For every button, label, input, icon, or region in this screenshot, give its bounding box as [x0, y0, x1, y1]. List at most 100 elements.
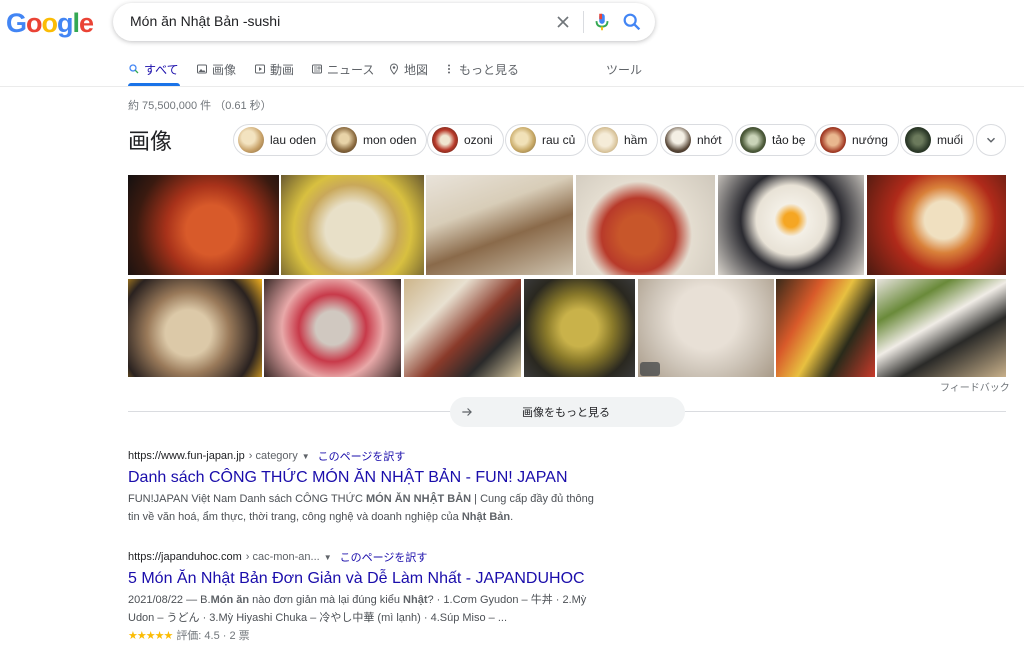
header-divider: [0, 86, 1024, 87]
chip-label: tảo bẹ: [772, 133, 806, 147]
chip-thumbnail: [820, 127, 846, 153]
result-title-link[interactable]: Danh sách CÔNG THỨC MÓN ĂN NHẬT BẢN - FU…: [128, 469, 608, 487]
chevron-down-icon[interactable]: ▼: [302, 452, 310, 461]
video-icon: [255, 64, 265, 74]
chip-thumbnail: [238, 127, 264, 153]
chevron-down-icon[interactable]: ▼: [324, 553, 332, 562]
chip-mon-oden[interactable]: mon oden: [326, 124, 428, 156]
image-result[interactable]: [524, 279, 635, 377]
more-images-label: 画像をもっと見る: [522, 407, 610, 419]
chip-label: rau củ: [542, 133, 576, 147]
chip-nuong[interactable]: nướng: [815, 124, 899, 156]
snippet-emphasis: Nhật Bản: [461, 511, 511, 523]
result-url[interactable]: https://www.fun-japan.jp › category ▼ この…: [128, 448, 608, 464]
map-pin-icon: [389, 63, 399, 75]
image-result[interactable]: [281, 175, 424, 275]
tag-icon[interactable]: [640, 362, 660, 376]
image-result[interactable]: [404, 279, 521, 377]
tab-maps[interactable]: 地図: [388, 61, 428, 77]
search-result: https://japanduhoc.com › cac-mon-an... ▼…: [128, 549, 608, 643]
chip-label: muối: [937, 133, 964, 147]
tab-more[interactable]: もっと見る: [443, 61, 519, 77]
snippet-emphasis: Nhật: [403, 594, 428, 606]
chip-label: nhớt: [697, 133, 722, 147]
tab-label: 動画: [270, 62, 295, 77]
chip-nhot[interactable]: nhớt: [660, 124, 733, 156]
image-result[interactable]: [718, 175, 864, 275]
image-result[interactable]: [264, 279, 401, 377]
chip-thumbnail: [331, 127, 357, 153]
tab-label: ツール: [606, 62, 643, 77]
snippet-emphasis: MÓN ĂN NHẬT BẢN: [366, 493, 472, 505]
chip-rau-cu[interactable]: rau củ: [505, 124, 587, 156]
search-input[interactable]: Món ăn Nhật Bản -sushi: [130, 13, 280, 29]
chip-thumbnail: [592, 127, 618, 153]
result-snippet: FUN!JAPAN Việt Nam Danh sách CÔNG THỨC M…: [128, 490, 608, 526]
chip-thumbnail: [432, 127, 458, 153]
image-result[interactable]: [576, 175, 715, 275]
logo-letter: G: [6, 8, 27, 38]
google-logo[interactable]: Google: [6, 8, 94, 39]
microphone-icon[interactable]: [591, 11, 613, 33]
search-result: https://www.fun-japan.jp › category ▼ この…: [128, 448, 608, 526]
image-result[interactable]: [867, 175, 1006, 275]
feedback-link[interactable]: フィードバック: [940, 379, 1010, 394]
result-rating: ★★★★★ 評価: 4.5 · 2 票: [128, 627, 608, 643]
search-box[interactable]: Món ăn Nhật Bản -sushi: [113, 3, 655, 41]
kebab-icon: [448, 64, 450, 74]
chip-ham[interactable]: hầm: [587, 124, 659, 156]
image-result[interactable]: [877, 279, 1006, 377]
news-icon: [312, 64, 322, 74]
tab-label: 地図: [404, 62, 429, 77]
images-heading[interactable]: 画像: [128, 124, 172, 156]
chip-label: mon oden: [363, 133, 417, 147]
chip-muoi[interactable]: muối: [900, 124, 975, 156]
result-domain: https://www.fun-japan.jp: [128, 450, 245, 462]
chip-thumbnail: [665, 127, 691, 153]
result-title-link[interactable]: 5 Món Ăn Nhật Bản Đơn Giản và Dễ Làm Nhấ…: [128, 570, 608, 588]
logo-letter: o: [41, 8, 58, 38]
tab-images[interactable]: 画像: [196, 61, 236, 77]
snippet-emphasis: Món ăn: [210, 594, 250, 606]
star-rating: ★★★★★: [128, 629, 173, 642]
image-result[interactable]: [776, 279, 875, 377]
snippet-text: .: [510, 511, 514, 523]
chip-ozoni[interactable]: ozoni: [427, 124, 504, 156]
tab-label: 画像: [212, 62, 237, 77]
translate-link[interactable]: このページを訳す: [318, 448, 406, 464]
chip-label: nướng: [852, 133, 888, 147]
chip-label: ozoni: [464, 133, 493, 147]
tab-label: ニュース: [327, 62, 375, 77]
tab-all[interactable]: すべて: [128, 61, 179, 77]
result-domain: https://japanduhoc.com: [128, 551, 242, 563]
result-breadcrumb: › category: [248, 450, 298, 462]
result-snippet: 2021/08/22 — B.Món ăn nào đơn giản mà lạ…: [128, 591, 608, 627]
snippet-text: FUN!JAPAN Việt Nam Danh sách CÔNG THỨC: [128, 493, 367, 505]
snippet-text: 2021/08/22 — B.: [128, 594, 211, 606]
tab-videos[interactable]: 動画: [254, 61, 294, 77]
image-result[interactable]: [128, 175, 279, 275]
result-stats: 約 75,500,000 件 （0.61 秒）: [128, 100, 272, 112]
chips-more-button[interactable]: [976, 124, 1006, 156]
tab-tools[interactable]: ツール: [606, 61, 642, 77]
chip-thumbnail: [905, 127, 931, 153]
more-images-button[interactable]: 画像をもっと見る: [450, 397, 685, 427]
search-icon[interactable]: [621, 11, 643, 33]
chip-tao-be[interactable]: tảo bẹ: [735, 124, 817, 156]
tab-news[interactable]: ニュース: [311, 61, 374, 77]
translate-link[interactable]: このページを訳す: [340, 549, 428, 565]
chip-thumbnail: [740, 127, 766, 153]
chip-label: lau oden: [270, 133, 317, 147]
chip-thumbnail: [510, 127, 536, 153]
chip-label: hầm: [624, 133, 648, 147]
image-result[interactable]: [128, 279, 262, 377]
close-icon[interactable]: [553, 12, 573, 32]
chip-lau-oden[interactable]: lau oden: [233, 124, 328, 156]
image-icon: [197, 64, 207, 74]
search-icon: [129, 64, 139, 74]
chevron-down-icon: [986, 137, 996, 143]
result-url[interactable]: https://japanduhoc.com › cac-mon-an... ▼…: [128, 549, 608, 565]
tab-label: もっと見る: [459, 62, 520, 77]
image-result[interactable]: [426, 175, 573, 275]
arrow-right-icon: [462, 408, 472, 416]
